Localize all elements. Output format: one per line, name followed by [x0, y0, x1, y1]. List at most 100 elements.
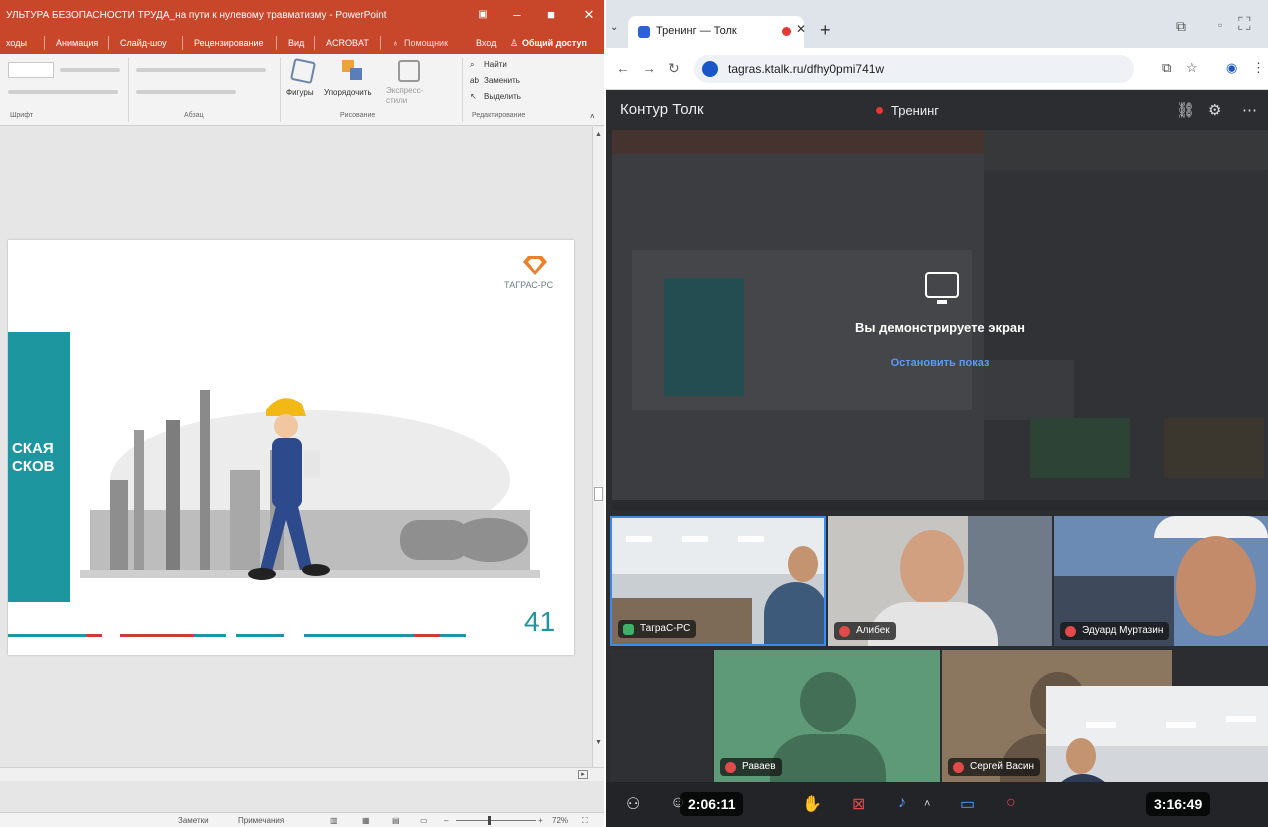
site-info-icon[interactable] — [702, 61, 718, 77]
settings-gear-icon[interactable]: ⚙ — [1208, 101, 1221, 119]
call-controls-bar: ⚇ ☺ 2:06:11 ✋ ⊠ ♪ ˄ ▭ ○ 3:16:49 — [606, 782, 1268, 827]
scroll-right-icon[interactable]: ▸ — [578, 770, 588, 779]
profile-icon[interactable]: ◉ — [1226, 60, 1237, 76]
new-tab-icon[interactable]: + — [820, 20, 831, 41]
close-icon[interactable]: ✕ — [578, 6, 600, 24]
window-restore-icon[interactable]: ⧉ — [1176, 18, 1186, 35]
share-message: Вы демонстрируете экран — [855, 320, 1025, 335]
browser-tab-title: Тренинг — Толк — [656, 25, 737, 37]
ppt-status-bar: Заметки Примечания ▥ ▦ ▤ ▭ – + 72% ⛶ — [0, 812, 604, 827]
cursor-icon: ↖ — [470, 92, 477, 101]
normal-view-icon[interactable]: ▥ — [330, 816, 338, 825]
comments-button[interactable]: Примечания — [238, 816, 284, 825]
slide-logo-text: ТАГРАС-РС — [504, 280, 554, 290]
link-icon[interactable]: ⛓ — [1176, 101, 1195, 119]
participant-tile-tagras[interactable]: ТаграС-РС — [610, 516, 826, 646]
mic-options-chevron-icon[interactable]: ˄ — [924, 798, 930, 810]
ktalk-header: Контур Толк Тренинг ⛓ ⚙ ⋯ — [606, 90, 1268, 130]
camera-icon[interactable]: ▭ — [960, 794, 975, 814]
back-icon[interactable]: ← — [616, 60, 630, 76]
microphone-icon[interactable]: ♪ — [898, 794, 906, 812]
raise-hand-icon[interactable]: ✋ — [802, 794, 822, 814]
screen-share-off-icon[interactable]: ⊠ — [852, 794, 865, 814]
sign-in-link[interactable]: Вход — [476, 38, 496, 48]
font-size-box[interactable] — [8, 62, 54, 78]
screen: УЛЬТУРА БЕЗОПАСНОСТИ ТРУДА_на пути к нул… — [0, 0, 1268, 827]
group-drawing-label: Рисование — [340, 112, 376, 119]
arrange-button[interactable]: Упорядочить — [324, 88, 372, 97]
tab-list-chevron-icon[interactable]: ⌄ — [610, 22, 618, 33]
collapse-ribbon-icon[interactable]: ˄ — [590, 112, 595, 121]
tab-animation[interactable]: Анимация — [56, 38, 98, 48]
quick-styles-button[interactable]: Экспресс-стили — [386, 86, 430, 106]
slide-sorter-icon[interactable]: ▦ — [362, 816, 370, 825]
address-bar[interactable]: tagras.ktalk.ru/dfhy0pmi741w — [694, 55, 1134, 83]
ribbon-display-icon[interactable]: ▣ — [472, 6, 494, 24]
reload-icon[interactable]: ↻ — [668, 60, 680, 77]
person-icon: ♙ — [510, 38, 519, 48]
reading-view-icon[interactable]: ▤ — [392, 816, 400, 825]
select-button[interactable]: Выделить — [484, 92, 521, 101]
scroll-thumb[interactable] — [594, 487, 603, 501]
browser-window: ⌄ Тренинг — Толк ✕ + ⧉ ▫ ⛶ ← → ↻ tagras.… — [606, 0, 1268, 827]
tab-close-icon[interactable]: ✕ — [796, 22, 806, 36]
scroll-up-icon[interactable]: ▲ — [595, 131, 602, 138]
vertical-scrollbar[interactable]: ▲ ▼ — [592, 127, 604, 767]
zoom-level[interactable]: 72% — [552, 816, 568, 825]
ktalk-favicon-icon — [638, 26, 650, 38]
tab-slideshow[interactable]: Слайд-шоу — [120, 38, 167, 48]
tab-tell-me[interactable]: Помощник — [404, 38, 448, 48]
scroll-down-icon[interactable]: ▼ — [595, 739, 602, 746]
participant-name-label: Эдуард Муртазин — [1060, 622, 1170, 640]
lightbulb-icon: ♁ — [392, 38, 399, 48]
quick-styles-icon[interactable] — [398, 60, 420, 82]
meeting-name: Тренинг — [891, 103, 940, 118]
stop-sharing-link[interactable]: Остановить показ — [612, 357, 1268, 369]
fit-to-window-icon[interactable]: ⛶ — [582, 816, 588, 826]
shapes-button[interactable]: Фигуры — [286, 88, 314, 97]
live-dot-icon — [876, 107, 883, 114]
ppt-window-title: УЛЬТУРА БЕЗОПАСНОСТИ ТРУДА_на пути к нул… — [6, 10, 387, 21]
slideshow-icon[interactable]: ▭ — [420, 816, 428, 825]
horizontal-scrollbar[interactable]: ▸ — [0, 767, 604, 781]
tab-review[interactable]: Рецензирование — [194, 38, 264, 48]
participant-tile-alibek[interactable]: Алибек — [828, 516, 1052, 646]
browser-tab-training[interactable]: Тренинг — Толк ✕ — [628, 16, 806, 48]
notes-button[interactable]: Заметки — [178, 816, 209, 825]
shapes-icon[interactable] — [289, 57, 317, 85]
minimize-icon[interactable]: – — [506, 6, 528, 24]
ktalk-brand: Контур Толк — [620, 101, 704, 118]
participant-tile-eduard[interactable]: Эдуард Муртазин — [1054, 516, 1268, 646]
tab-transitions[interactable]: ходы — [6, 38, 27, 48]
zoom-slider-thumb[interactable] — [488, 816, 491, 825]
bookmark-star-icon[interactable]: ☆ — [1186, 60, 1198, 76]
browser-tab-strip: ⌄ Тренинг — Толк ✕ + ⧉ ▫ ⛶ — [606, 0, 1268, 48]
call-timer-right: 3:16:49 — [1146, 792, 1211, 816]
tab-acrobat[interactable]: ACROBAT — [326, 38, 369, 48]
more-options-icon[interactable]: ⋯ — [1242, 101, 1257, 119]
slide-number: 41 — [524, 606, 556, 637]
cast-icon[interactable]: ⧉ — [1162, 60, 1171, 76]
forward-icon[interactable]: → — [642, 60, 656, 76]
slide-editor-canvas: СКАЯ СКОВ ТАГРАС-РС 41 — [0, 127, 592, 767]
browser-menu-icon[interactable]: ⋮ — [1252, 60, 1265, 76]
zoom-slider[interactable] — [456, 820, 536, 821]
slide-heading-line2: СКОВ — [12, 458, 55, 475]
replace-button[interactable]: Заменить — [484, 76, 520, 85]
participant-tile-ravaev[interactable]: Раваев — [714, 650, 940, 782]
window-minimize-icon[interactable]: ▫ — [1218, 18, 1222, 32]
fullscreen-icon[interactable]: ⛶ — [1238, 14, 1251, 35]
maximize-icon[interactable]: ■ — [540, 6, 562, 24]
participants-icon[interactable]: ⚇ — [626, 794, 640, 814]
zoom-in-icon[interactable]: + — [538, 816, 543, 825]
share-button[interactable]: Общий доступ — [522, 38, 587, 48]
tab-view[interactable]: Вид — [288, 38, 304, 48]
mic-off-icon — [953, 762, 964, 773]
zoom-out-icon[interactable]: – — [444, 816, 448, 825]
find-button[interactable]: Найти — [484, 60, 507, 69]
address-url[interactable]: tagras.ktalk.ru/dfhy0pmi741w — [728, 62, 884, 76]
meeting-title: Тренинг — [876, 103, 939, 118]
leave-call-icon[interactable]: ○ — [1006, 794, 1016, 812]
slide-heading-line1: СКАЯ — [12, 440, 54, 457]
mic-off-icon — [839, 626, 850, 637]
